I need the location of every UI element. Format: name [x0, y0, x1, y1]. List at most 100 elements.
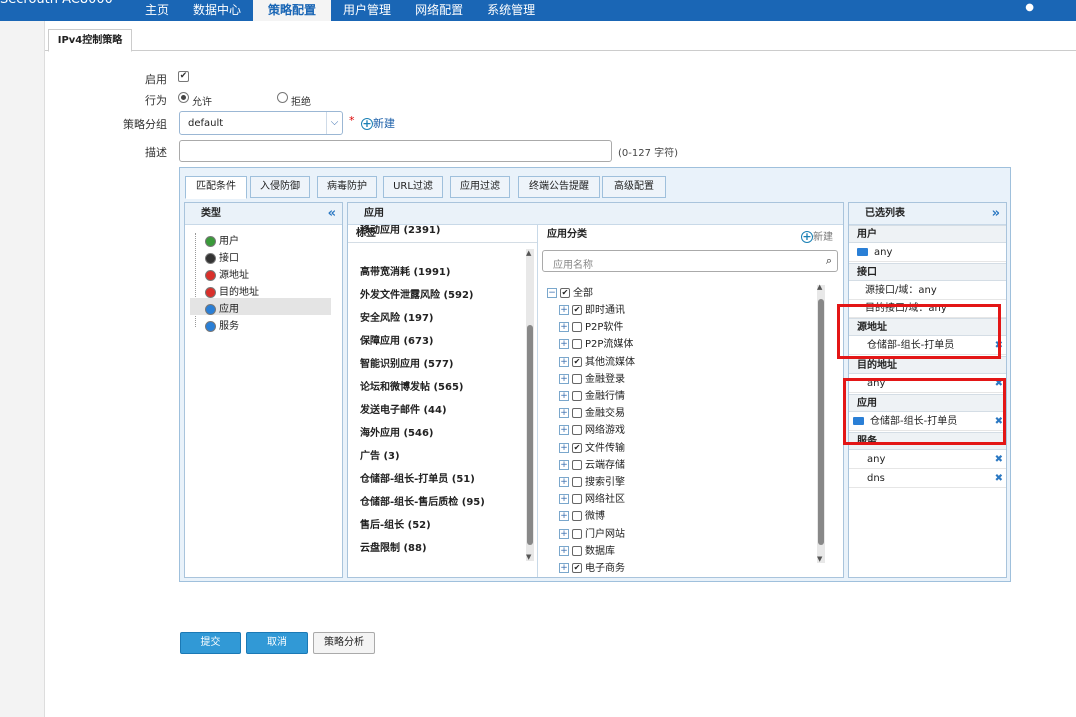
category-item[interactable]: + 搜索引擎 — [559, 473, 625, 488]
expand-node-icon[interactable]: + — [559, 494, 569, 505]
type-item-source-address[interactable]: 源地址 — [205, 266, 249, 281]
category-item[interactable]: + ✔ 文件传输 — [559, 439, 625, 454]
category-checkbox[interactable] — [572, 425, 582, 436]
category-checkbox[interactable] — [572, 373, 582, 384]
new-group-button[interactable]: +新建 — [361, 115, 395, 131]
expand-node-icon[interactable]: + — [559, 305, 569, 315]
category-item[interactable]: + 门户网站 — [559, 525, 625, 540]
selected-service-item[interactable]: any ✖ — [849, 451, 1006, 469]
category-checkbox[interactable]: ✔ — [572, 356, 582, 367]
tag-item[interactable]: 仓储部-组长-售后质检 (95) — [360, 493, 485, 508]
scroll-up-icon[interactable]: ▲ — [817, 283, 822, 291]
remove-icon[interactable]: ✖ — [995, 470, 1003, 488]
tag-item[interactable]: 论坛和微博发帖 (565) — [360, 378, 464, 393]
tag-item[interactable]: 发送电子邮件 (44) — [360, 401, 447, 416]
submit-button[interactable]: 提交 — [180, 632, 241, 654]
category-item[interactable]: + P2P流媒体 — [559, 335, 633, 350]
expand-node-icon[interactable]: + — [559, 442, 569, 453]
tag-item[interactable]: 保障应用 (673) — [360, 332, 434, 347]
expand-node-icon[interactable]: + — [559, 459, 569, 470]
tag-item[interactable]: 海外应用 (546) — [360, 424, 434, 439]
expand-node-icon[interactable]: + — [559, 563, 569, 573]
category-checkbox[interactable] — [572, 545, 582, 556]
description-input[interactable] — [179, 140, 612, 162]
category-checkbox[interactable] — [572, 459, 582, 470]
nav-policy-config[interactable]: 策略配置 — [253, 0, 332, 21]
expand-node-icon[interactable]: + — [559, 373, 569, 384]
tab-terminal-notice[interactable]: 终端公告提醒 — [518, 176, 600, 198]
expand-node-icon[interactable]: + — [559, 511, 569, 522]
tag-item[interactable]: 售后-组长 (52) — [360, 516, 431, 531]
category-item[interactable]: + ✔ 其他流媒体 — [559, 353, 635, 368]
search-icon[interactable]: ⌕ — [826, 254, 832, 268]
category-item[interactable]: + 金融交易 — [559, 404, 625, 419]
nav-system-management[interactable]: 系统管理 — [475, 0, 547, 21]
policy-analysis-button[interactable]: 策略分析 — [313, 632, 375, 654]
expand-node-icon[interactable]: + — [559, 528, 569, 539]
category-scroll-thumb[interactable] — [818, 299, 824, 545]
category-checkbox[interactable] — [572, 339, 582, 350]
remove-icon[interactable]: ✖ — [995, 451, 1003, 469]
category-checkbox[interactable] — [572, 408, 582, 419]
category-checkbox[interactable]: ✔ — [572, 442, 582, 453]
scroll-up-icon[interactable]: ▲ — [526, 249, 531, 257]
policy-group-select[interactable]: default ⌵ — [179, 111, 343, 135]
tab-antivirus[interactable]: 病毒防护 — [317, 176, 377, 198]
nav-user-management[interactable]: 用户管理 — [331, 0, 403, 21]
type-item-service[interactable]: 服务 — [205, 317, 239, 332]
category-item[interactable]: + 云端存储 — [559, 456, 625, 471]
scroll-down-icon[interactable]: ▼ — [526, 553, 531, 561]
category-item[interactable]: + ✔ 即时通讯 — [559, 301, 625, 316]
tag-scroll-thumb[interactable] — [527, 325, 533, 545]
expand-node-icon[interactable]: + — [559, 322, 569, 333]
category-checkbox[interactable]: ✔ — [572, 305, 582, 315]
tag-scrollbar[interactable]: ▲ ▼ — [526, 249, 534, 561]
allow-radio[interactable] — [178, 92, 189, 103]
expand-node-icon[interactable]: + — [559, 356, 569, 367]
nav-home[interactable]: 主页 — [133, 0, 181, 21]
expand-node-icon[interactable]: + — [559, 408, 569, 419]
tag-item[interactable]: 仓储部-组长-打单员 (51) — [360, 470, 475, 485]
category-checkbox[interactable] — [572, 322, 582, 333]
selected-dst-interface[interactable]: 目的接口/域：any — [849, 300, 1006, 318]
category-item[interactable]: + 网络游戏 — [559, 421, 625, 436]
selected-user-item[interactable]: any — [849, 244, 1006, 262]
type-item-application[interactable]: 应用 — [205, 300, 239, 315]
tab-intrusion-prevention[interactable]: 入侵防御 — [250, 176, 310, 198]
tag-item[interactable]: 智能识别应用 (577) — [360, 355, 454, 370]
tag-item[interactable]: 高带宽消耗 (1991) — [360, 263, 450, 278]
category-checkbox[interactable] — [572, 511, 582, 522]
category-checkbox[interactable] — [572, 494, 582, 505]
nav-data-center[interactable]: 数据中心 — [181, 0, 253, 21]
deny-radio[interactable] — [277, 92, 288, 103]
category-item[interactable]: + 数据库 — [559, 542, 615, 557]
expand-node-icon[interactable]: + — [559, 425, 569, 436]
selected-src-interface[interactable]: 源接口/域：any — [849, 282, 1006, 300]
tab-ipv4-policy[interactable]: IPv4控制策略 — [48, 29, 132, 52]
expand-node-icon[interactable]: + — [559, 477, 569, 487]
scroll-down-icon[interactable]: ▼ — [817, 555, 822, 563]
tag-item[interactable]: 云盘限制 (88) — [360, 539, 427, 554]
tag-item[interactable]: 安全风险 (197) — [360, 309, 434, 324]
chevron-down-icon[interactable]: ⌵ — [326, 112, 342, 134]
expand-node-icon[interactable]: + — [559, 339, 569, 350]
expand-icon[interactable]: » — [992, 203, 1000, 225]
tab-advanced-config[interactable]: 高级配置 — [602, 176, 666, 198]
enable-checkbox[interactable]: ✔ — [178, 71, 189, 82]
expand-node-icon[interactable]: + — [559, 545, 569, 556]
cancel-button[interactable]: 取消 — [246, 632, 308, 654]
remove-icon[interactable]: ✖ — [995, 413, 1003, 431]
selected-destination-item[interactable]: any ✖ — [849, 375, 1006, 393]
collapse-icon[interactable]: « — [328, 203, 336, 225]
selected-application-item[interactable]: 仓储部-组长-打单员 ✖ — [849, 413, 1006, 431]
category-checkbox[interactable] — [572, 477, 582, 487]
selected-service-item[interactable]: dns ✖ — [849, 470, 1006, 488]
remove-icon[interactable]: ✖ — [995, 337, 1003, 355]
expand-node-icon[interactable]: + — [559, 391, 569, 401]
type-item-interface[interactable]: 接口 — [205, 249, 239, 264]
category-item[interactable]: + 金融行情 — [559, 387, 625, 402]
tag-item[interactable]: 广告 (3) — [360, 447, 400, 462]
collapse-node-icon[interactable]: − — [547, 288, 557, 298]
category-checkbox[interactable]: ✔ — [572, 563, 582, 573]
category-scrollbar[interactable]: ▲ ▼ — [817, 283, 825, 563]
